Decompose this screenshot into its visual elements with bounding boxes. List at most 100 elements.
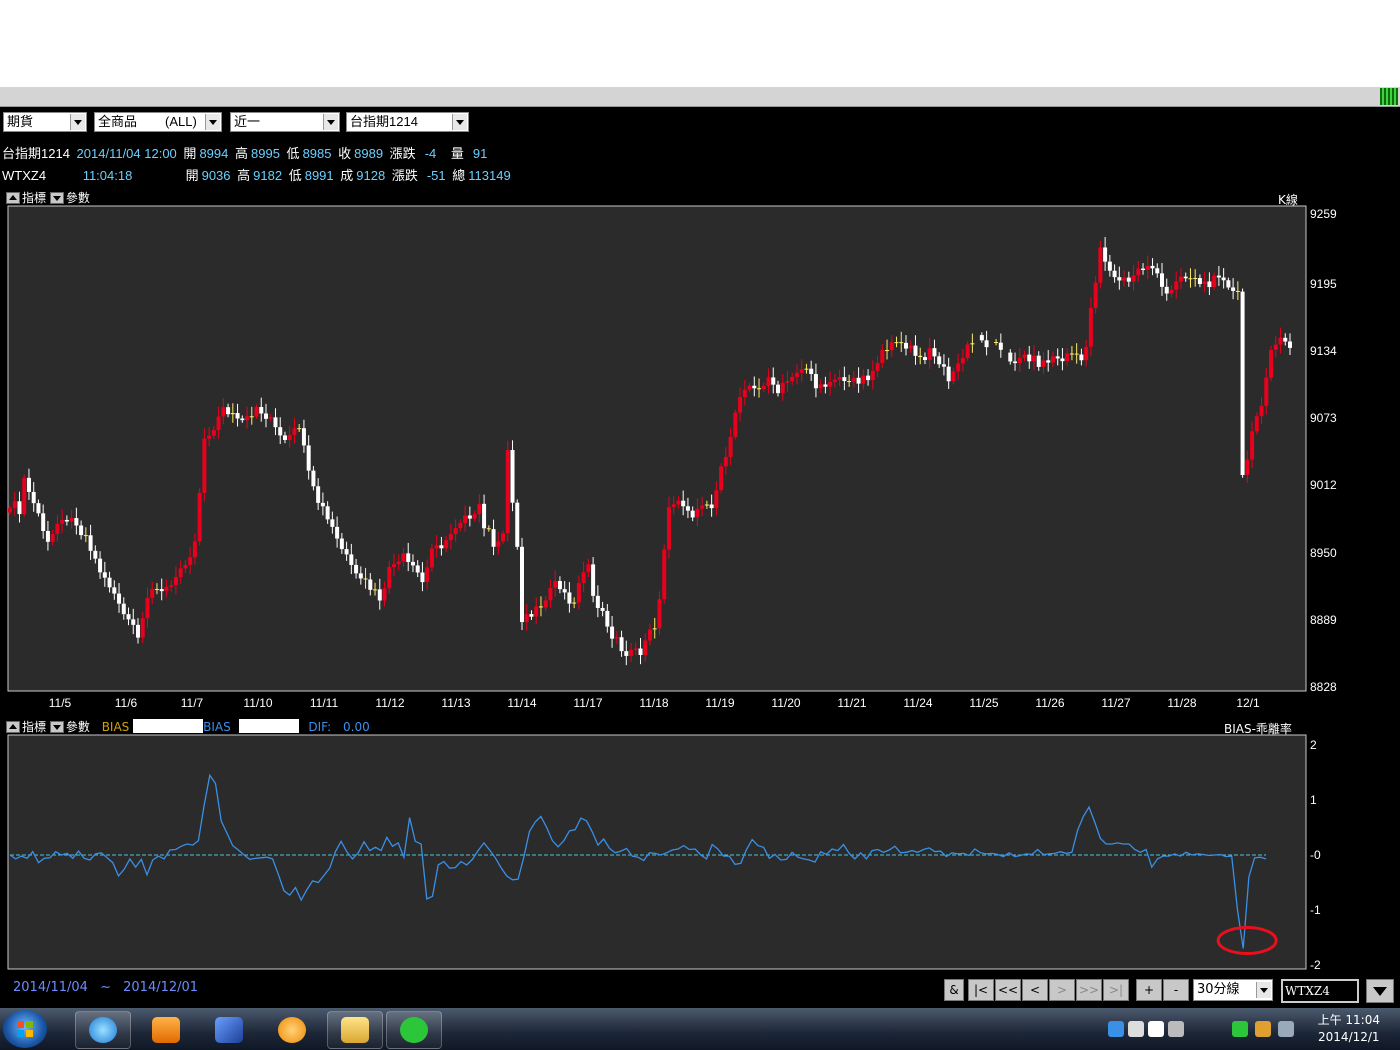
dif-value: 0.00 — [343, 720, 370, 734]
candle-body — [1250, 431, 1255, 460]
candle-body — [330, 519, 335, 527]
candle-body — [799, 369, 804, 373]
fast-back-button[interactable]: << — [995, 979, 1021, 1001]
dropdown-arrow-icon[interactable] — [1366, 979, 1394, 1003]
candle-body — [482, 503, 487, 529]
candle-body — [136, 624, 140, 638]
date-tick-label: 11/24 — [903, 696, 932, 707]
candle-body — [1065, 353, 1070, 362]
candle-body — [226, 407, 231, 415]
date-tick-label: 11/26 — [1035, 696, 1064, 707]
interval-select[interactable]: 30分線 — [1193, 979, 1273, 1001]
taskbar-ie[interactable] — [75, 1011, 131, 1049]
candle-body — [600, 607, 605, 611]
taskbar-explorer[interactable] — [327, 1011, 383, 1049]
line-tray-icon[interactable] — [1232, 1021, 1248, 1037]
candle-body — [202, 438, 207, 493]
candle-body — [448, 534, 453, 541]
candle-body — [1022, 354, 1027, 358]
candle-body — [856, 377, 861, 384]
candle-body — [728, 436, 733, 457]
candle-body — [586, 564, 591, 573]
price-tick-label: 9134 — [1310, 344, 1337, 358]
candle-body — [410, 561, 415, 566]
taskbar-orange[interactable] — [264, 1011, 320, 1049]
candle-body — [50, 534, 55, 542]
amp-button[interactable]: & — [944, 979, 964, 1001]
language-icon[interactable] — [1168, 1021, 1184, 1037]
taskbar-app[interactable] — [201, 1011, 257, 1049]
tab-indicator[interactable]: 指標 — [22, 720, 46, 734]
fast-forward-button[interactable]: >> — [1076, 979, 1102, 1001]
candle-body — [1193, 278, 1198, 280]
candle-body — [960, 358, 965, 364]
taskbar-media[interactable] — [138, 1011, 194, 1049]
flag-icon[interactable] — [1255, 1021, 1271, 1037]
ime-icon[interactable] — [1128, 1021, 1144, 1037]
candle-body — [31, 491, 36, 504]
candle-body — [847, 381, 852, 383]
candle-body — [415, 565, 420, 573]
back-button[interactable]: < — [1022, 979, 1048, 1001]
candle-body — [576, 583, 581, 603]
keyboard-icon[interactable] — [1148, 1021, 1164, 1037]
candle-body — [520, 546, 524, 623]
candle-body — [804, 368, 809, 370]
candle-body — [543, 600, 548, 608]
candle-body — [188, 557, 193, 565]
bias2-label: BIAS — [203, 720, 231, 734]
windows-logo-icon — [17, 1021, 33, 1037]
interval-select-value: 30分線 — [1197, 982, 1240, 997]
candle-body — [401, 553, 406, 562]
network-icon[interactable] — [1108, 1021, 1124, 1037]
candle-body — [207, 435, 212, 439]
candle-body — [638, 648, 643, 655]
candle-body — [505, 450, 510, 534]
candle-body — [757, 388, 762, 390]
candle-body — [1283, 337, 1288, 342]
candle-body — [557, 581, 562, 590]
last-button[interactable]: >| — [1103, 979, 1129, 1001]
candle-body — [373, 589, 378, 591]
candle-body — [742, 389, 747, 398]
candle-body — [159, 589, 164, 592]
collapse-up-icon[interactable] — [6, 721, 20, 733]
bias-tick-label: 2 — [1310, 738, 1317, 752]
candle-body — [26, 477, 31, 492]
candle-body — [306, 445, 311, 471]
candle-body — [93, 550, 98, 559]
candle-body — [496, 541, 501, 547]
candle-body — [747, 385, 752, 390]
taskbar-line[interactable] — [386, 1011, 442, 1049]
candle-body — [1212, 275, 1217, 288]
date-tick-label: 11/5 — [49, 696, 72, 707]
tab-params[interactable]: 參數 — [66, 720, 90, 734]
chevron-down-icon[interactable] — [1256, 982, 1271, 998]
zoom-out-button[interactable]: - — [1163, 979, 1189, 1001]
symbol-input[interactable]: WTXZ4 — [1281, 979, 1359, 1003]
zoom-in-button[interactable]: + — [1136, 979, 1162, 1001]
candle-body — [899, 342, 904, 344]
candle-body — [714, 490, 719, 509]
candle-body — [1141, 268, 1146, 270]
candle-body — [434, 545, 439, 549]
start-button[interactable] — [3, 1010, 47, 1048]
first-button[interactable]: |< — [968, 979, 994, 1001]
forward-button[interactable]: > — [1049, 979, 1075, 1001]
volume-icon[interactable] — [1278, 1021, 1294, 1037]
system-clock[interactable]: 上午 11:04 2014/12/1 — [1318, 1012, 1380, 1046]
candle-body — [633, 648, 638, 650]
date-tick-label: 11/21 — [837, 696, 866, 707]
candle-body — [941, 364, 946, 367]
candle-body — [671, 504, 676, 508]
candle-body — [529, 614, 534, 617]
expand-down-icon[interactable] — [49, 721, 64, 733]
candle-body — [652, 628, 657, 630]
candle-body — [55, 523, 60, 535]
candle-body — [1150, 265, 1155, 269]
candle-body — [406, 553, 411, 562]
bias1-label: BIAS — [101, 720, 130, 734]
trading-window: 期貨 全商品 (ALL) 近一 台指期1214 台指期1214 2014/11/… — [0, 107, 1400, 1008]
candle-body — [709, 504, 714, 509]
candle-body — [851, 377, 856, 382]
